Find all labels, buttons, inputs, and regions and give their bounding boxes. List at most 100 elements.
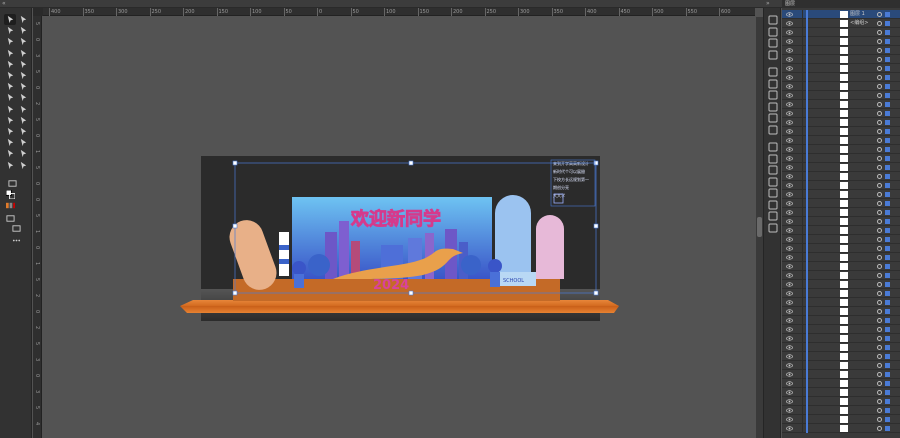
layer-row[interactable] bbox=[782, 55, 900, 64]
visibility-eye-icon[interactable] bbox=[786, 362, 793, 369]
visibility-eye-icon[interactable] bbox=[786, 344, 793, 351]
target-icon[interactable] bbox=[877, 12, 882, 17]
lock-toggle[interactable] bbox=[796, 361, 803, 370]
layer-row[interactable] bbox=[782, 352, 900, 361]
target-icon[interactable] bbox=[877, 345, 882, 350]
visibility-eye-icon[interactable] bbox=[786, 137, 793, 144]
links-icon[interactable] bbox=[768, 149, 778, 163]
visibility-eye-icon[interactable] bbox=[786, 254, 793, 261]
selection-indicator[interactable] bbox=[885, 336, 890, 341]
visibility-eye-icon[interactable] bbox=[786, 11, 793, 18]
lock-toggle[interactable] bbox=[796, 244, 803, 253]
layer-row[interactable] bbox=[782, 235, 900, 244]
layer-row[interactable] bbox=[782, 253, 900, 262]
selection-indicator[interactable] bbox=[885, 129, 890, 134]
visibility-eye-icon[interactable] bbox=[786, 326, 793, 333]
stroke-icon[interactable] bbox=[768, 85, 778, 100]
visibility-eye-icon[interactable] bbox=[786, 173, 793, 180]
lock-toggle[interactable] bbox=[796, 145, 803, 154]
target-icon[interactable] bbox=[877, 147, 882, 152]
eraser-tool-icon[interactable] bbox=[17, 70, 29, 81]
visibility-eye-icon[interactable] bbox=[786, 398, 793, 405]
visibility-eye-icon[interactable] bbox=[786, 290, 793, 297]
layer-row[interactable] bbox=[782, 316, 900, 325]
target-icon[interactable] bbox=[877, 66, 882, 71]
layer-row[interactable] bbox=[782, 298, 900, 307]
visibility-eye-icon[interactable] bbox=[786, 227, 793, 234]
transform-icon[interactable] bbox=[768, 206, 778, 221]
layer-row[interactable] bbox=[782, 370, 900, 379]
visibility-eye-icon[interactable] bbox=[786, 200, 793, 207]
visibility-eye-icon[interactable] bbox=[786, 281, 793, 288]
visibility-eye-icon[interactable] bbox=[786, 389, 793, 396]
selection-indicator[interactable] bbox=[885, 417, 890, 422]
visibility-eye-icon[interactable] bbox=[786, 425, 793, 432]
layers-icon[interactable] bbox=[768, 10, 778, 25]
vertical-scrollbar[interactable] bbox=[756, 17, 763, 438]
target-icon[interactable] bbox=[877, 138, 882, 143]
layer-row[interactable] bbox=[782, 334, 900, 343]
group-name[interactable]: <编组> bbox=[850, 19, 868, 28]
visibility-eye-icon[interactable] bbox=[786, 92, 793, 99]
lock-toggle[interactable] bbox=[796, 91, 803, 100]
layer-row[interactable] bbox=[782, 46, 900, 55]
lock-toggle[interactable] bbox=[796, 19, 803, 28]
selection-indicator[interactable] bbox=[885, 57, 890, 62]
fill-stroke-swatch[interactable] bbox=[4, 189, 16, 200]
lock-toggle[interactable] bbox=[796, 316, 803, 325]
rotate-tool-icon[interactable] bbox=[4, 81, 16, 92]
lock-toggle[interactable] bbox=[796, 388, 803, 397]
selection-indicator[interactable] bbox=[885, 147, 890, 152]
layer-row[interactable] bbox=[782, 181, 900, 190]
target-icon[interactable] bbox=[877, 372, 882, 377]
visibility-eye-icon[interactable] bbox=[786, 146, 793, 153]
target-icon[interactable] bbox=[877, 282, 882, 287]
visibility-eye-icon[interactable] bbox=[786, 380, 793, 387]
selection-indicator[interactable] bbox=[885, 291, 890, 296]
target-icon[interactable] bbox=[877, 309, 882, 314]
column-graph-tool-icon[interactable] bbox=[17, 137, 29, 148]
lock-toggle[interactable] bbox=[796, 397, 803, 406]
rectangle-tool-icon[interactable] bbox=[4, 59, 16, 70]
pen-tool-icon[interactable] bbox=[4, 36, 16, 47]
target-icon[interactable] bbox=[877, 246, 882, 251]
layer-row[interactable] bbox=[782, 100, 900, 109]
target-icon[interactable] bbox=[877, 273, 882, 278]
symbols-icon[interactable] bbox=[768, 74, 778, 88]
visibility-eye-icon[interactable] bbox=[786, 272, 793, 279]
gradient-tool-icon[interactable] bbox=[17, 115, 29, 126]
lock-toggle[interactable] bbox=[796, 208, 803, 217]
target-icon[interactable] bbox=[877, 183, 882, 188]
lock-toggle[interactable] bbox=[796, 289, 803, 298]
lock-toggle[interactable] bbox=[796, 109, 803, 118]
zoom-tool-icon[interactable] bbox=[17, 160, 29, 171]
visibility-eye-icon[interactable] bbox=[786, 38, 793, 45]
lock-toggle[interactable] bbox=[796, 334, 803, 343]
visibility-eye-icon[interactable] bbox=[786, 416, 793, 423]
layer-row[interactable] bbox=[782, 208, 900, 217]
lock-toggle[interactable] bbox=[796, 181, 803, 190]
lock-toggle[interactable] bbox=[796, 37, 803, 46]
visibility-eye-icon[interactable] bbox=[786, 47, 793, 54]
stage-artwork[interactable]: 欢迎新同学 2024 SCHOOL 来到开学高高新设计 新时代个可以展翅 下校方… bbox=[43, 17, 755, 438]
target-icon[interactable] bbox=[877, 75, 882, 80]
lock-toggle[interactable] bbox=[796, 217, 803, 226]
lock-toggle[interactable] bbox=[796, 10, 803, 19]
lock-toggle[interactable] bbox=[796, 154, 803, 163]
target-icon[interactable] bbox=[877, 228, 882, 233]
layer-row[interactable] bbox=[782, 37, 900, 46]
lock-toggle[interactable] bbox=[796, 199, 803, 208]
target-icon[interactable] bbox=[877, 336, 882, 341]
shape-builder-tool-icon[interactable] bbox=[4, 104, 16, 115]
lock-toggle[interactable] bbox=[796, 235, 803, 244]
shaper-tool-icon[interactable] bbox=[4, 70, 16, 81]
hand-tool-icon[interactable] bbox=[4, 160, 16, 171]
selection-indicator[interactable] bbox=[885, 210, 890, 215]
selection-indicator[interactable] bbox=[885, 408, 890, 413]
brushes-icon[interactable] bbox=[768, 62, 778, 77]
horizontal-ruler[interactable]: 400 350 300 250 200 150 100 50 0 50 100 150 200 250 30… bbox=[43, 8, 755, 16]
transparency-icon[interactable] bbox=[768, 108, 778, 123]
layer-row[interactable] bbox=[782, 271, 900, 280]
selection-indicator[interactable] bbox=[885, 39, 890, 44]
target-icon[interactable] bbox=[877, 93, 882, 98]
